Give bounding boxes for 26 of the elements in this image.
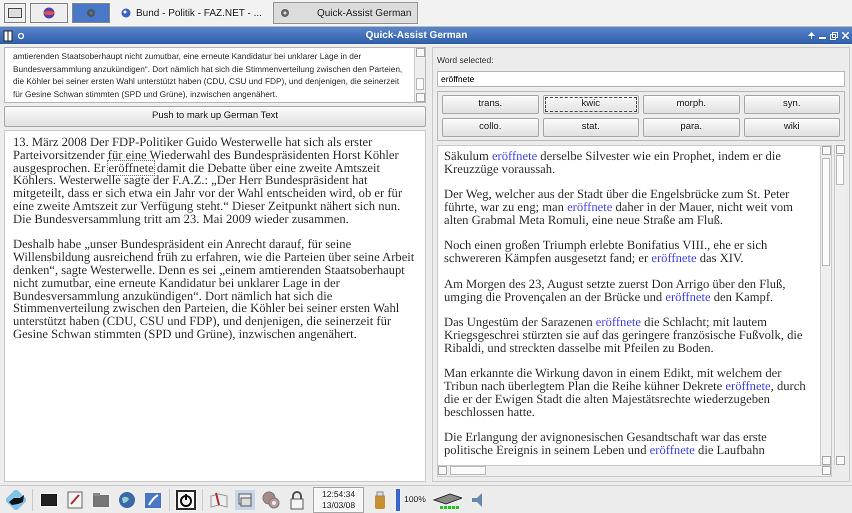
tool-button[interactable]: collo.	[442, 118, 538, 137]
tool-button[interactable]: stat.	[542, 118, 639, 137]
taskbar-task[interactable]: Quick-Assist German	[272, 2, 418, 24]
article-paragraph: 13. März 2008 Der FDP-Politiker Guido Westerwelle hat sich als erster Parteivorsitzender für eine Wiederwahl des Bundespräsidenten Horst Köhler ausgesprochen. Er eröffnete damit die Debatte über eine zweite Amtszeit Köhlers. Westerwelle sagte der F.A.Z.: „Der Herr Bundespräsident hat mitgeteilt, dass er sich etwa ein Jahr vor der Wahl entscheiden wird, ob er für eine zweite Amtszeit zur Verfügung steht.“ Dieser Zeitpunkt nähert sich nun. Die Bundesversammlung tritt am 23. Mai 2009 wieder zusammen.	[13, 136, 404, 226]
concordance-line: Säkulum eröffnete derselbe Silvester wie ein Prophet, indem er die Kreuzzüge voraussah.	[444, 150, 782, 176]
clock[interactable]: 12:54:34 13/03/08	[313, 486, 364, 512]
concordance-line: Am Morgen des 23, August setzte zuerst Don Arrigo über den Fluß, umging die Provençalen an der Brücke und eröffnete den Kampf.	[444, 278, 787, 304]
selected-word[interactable]: eröffnete	[108, 160, 154, 175]
battery-percentage: 100%	[404, 493, 426, 506]
tool-button[interactable]: kwic	[542, 94, 639, 114]
concordance-line: Noch einen großen Triumph erlebte Bonifatius VIII., ehe er sich schwereren Kämpfen ausgesetzt fand; er eröffnete das XIV.	[444, 239, 768, 265]
word-selected-label: Word selected:	[437, 54, 495, 67]
tool-button[interactable]: wiki	[744, 118, 840, 137]
tool-button[interactable]: syn.	[744, 94, 840, 114]
concordance-line: Die Erlangung der avignonesischen Gesandtschaft war das erste politische Ereignis in seinem Leben und eröffnete die Laufbahn	[444, 431, 768, 457]
article-paragraph: Deshalb habe „unser Bundespräsident ein Anrecht darauf, für seine Willensbildung ausreichend früh zu erfahren, wie die Parteien über seine Arbeit denken“, sagte Westerwelle. Denn es sei „einem amtierenden Staatsoberhaupt nicht zumutbar, eine erneute Kandidatur bei unklarer Lage in der Bundesversammlung anzukündigen“. Dort nämlich hat sich die Stimmenverteilung zwischen den Parteien, die Köhler bei seiner ersten Wahl unterstützt haben (CDU, CSU und FDP), und denjenigen, die seinerzeit für Gesine Schwan stimmten (SPD und Grüne), inzwischen angenähert.	[13, 238, 416, 341]
tool-button[interactable]: morph.	[643, 94, 740, 114]
concordance-line: Der Weg, welcher aus der Stadt über die Engelsbrücke zum St. Peter führte, war zu eng; man eröffnete daher in der Mauer, nicht weit vom alten Grabmal Meta Romuli, eine neue Straße am Fluß.	[444, 188, 794, 227]
concordance-line: Man erkannte die Wirkung davon in einem Edikt, mit welchem der Tribun nach überlegtem Plan die Reihe kühner Dekrete eröffnete, durch die er der Ewigen Stadt die alten Majestätsrechte wiederzugeben beschlossen hatte.	[444, 367, 807, 418]
selected-word-field[interactable]: eröffnete	[437, 70, 845, 87]
window-title: Quick-Assist German	[364, 29, 468, 43]
concordance-line: Das Ungestüm der Sarazenen eröffnete die Schlacht; mit lautem Kriegsgeschrei stürzten sie auf das geringere französische Fußvolk, die Ribaldi, und streckten dasselbe mit Pfeilen zu Boden.	[444, 316, 804, 354]
mark-up-button[interactable]: Push to mark up German Text	[4, 106, 426, 127]
tool-button[interactable]: trans.	[442, 94, 538, 114]
taskbar-task[interactable]: Bund - Politik - FAZ.NET - ...	[114, 2, 269, 24]
tool-button[interactable]: para.	[643, 118, 740, 137]
